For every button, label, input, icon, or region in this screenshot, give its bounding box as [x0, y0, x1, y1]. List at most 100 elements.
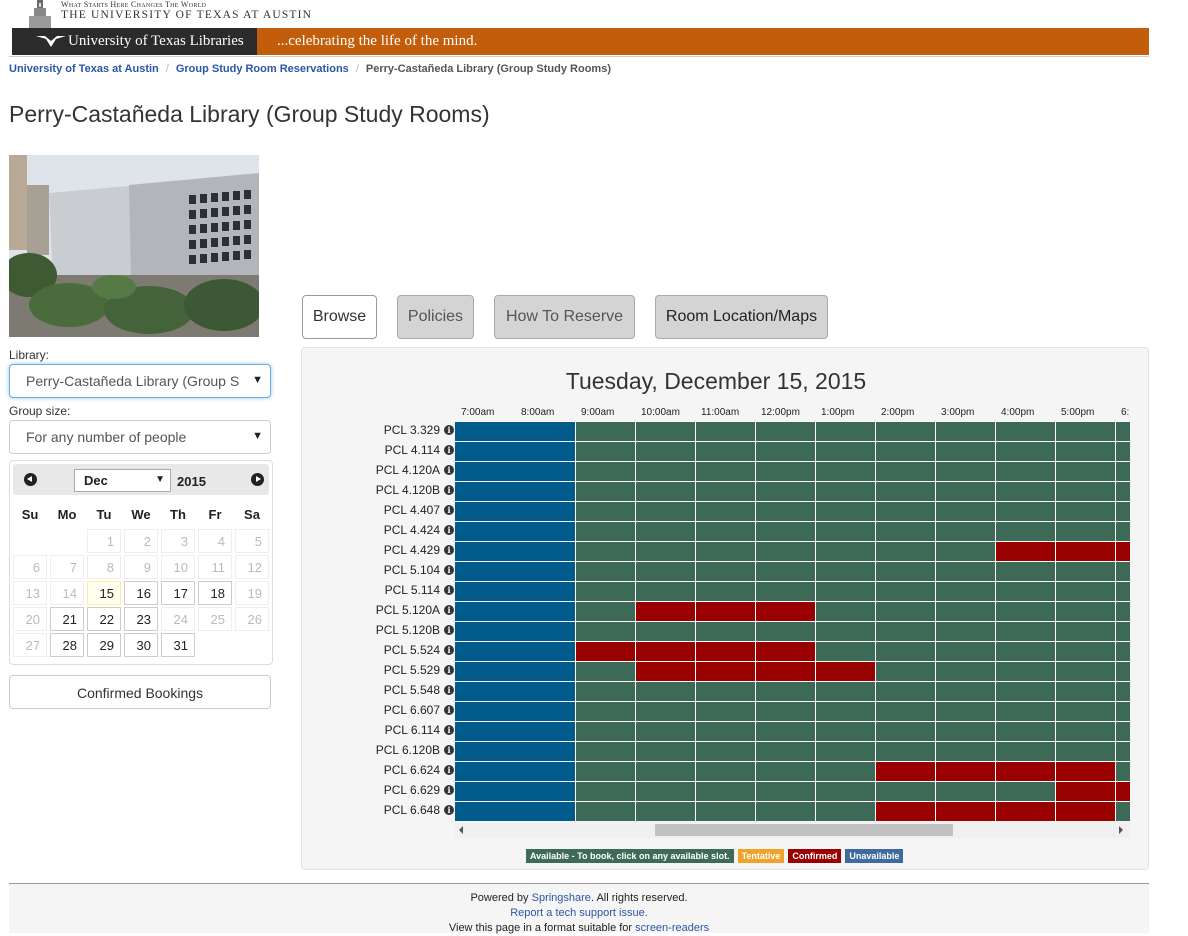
slot-available[interactable]	[996, 702, 1055, 721]
slot-available[interactable]	[996, 422, 1055, 441]
room-info-icon[interactable]: i	[444, 624, 454, 635]
slot-available[interactable]	[636, 722, 695, 741]
room-info-icon[interactable]: i	[444, 444, 454, 455]
calendar-day-today[interactable]: 15	[87, 581, 121, 605]
slot-available[interactable]	[636, 622, 695, 641]
room-info-icon[interactable]: i	[444, 644, 454, 655]
slot-available[interactable]	[876, 682, 935, 701]
room-name[interactable]: PCL 5.120A	[376, 603, 440, 617]
room-name[interactable]: PCL 4.120B	[376, 483, 440, 497]
slot-available[interactable]	[1056, 522, 1115, 541]
slot-available[interactable]	[636, 762, 695, 781]
room-name[interactable]: PCL 6.114	[385, 723, 440, 737]
slot-available[interactable]	[756, 622, 815, 641]
slot-available[interactable]	[1116, 562, 1130, 581]
room-info-icon[interactable]: i	[444, 724, 454, 735]
slot-available[interactable]	[756, 422, 815, 441]
slot-available[interactable]	[936, 782, 995, 801]
slot-available[interactable]	[876, 442, 935, 461]
slot-available[interactable]	[876, 522, 935, 541]
slot-available[interactable]	[696, 422, 755, 441]
slot-available[interactable]	[876, 422, 935, 441]
room-info-icon[interactable]: i	[444, 804, 454, 815]
slot-available[interactable]	[1116, 722, 1130, 741]
slot-available[interactable]	[816, 582, 875, 601]
slot-available[interactable]	[696, 782, 755, 801]
slot-available[interactable]	[1056, 702, 1115, 721]
tab-policies[interactable]: Policies	[397, 295, 474, 339]
slot-available[interactable]	[636, 522, 695, 541]
slot-available[interactable]	[1116, 422, 1130, 441]
slot-available[interactable]	[876, 642, 935, 661]
slot-available[interactable]	[996, 742, 1055, 761]
slot-available[interactable]	[936, 522, 995, 541]
slot-available[interactable]	[576, 562, 635, 581]
slot-available[interactable]	[696, 722, 755, 741]
room-name[interactable]: PCL 4.120A	[376, 463, 440, 477]
slot-available[interactable]	[876, 622, 935, 641]
room-name[interactable]: PCL 5.104	[384, 563, 440, 577]
slot-available[interactable]	[1116, 602, 1130, 621]
slot-available[interactable]	[996, 562, 1055, 581]
slot-available[interactable]	[636, 542, 695, 561]
month-select[interactable]: Dec ▼	[74, 469, 171, 492]
calendar-day[interactable]: 28	[50, 633, 84, 657]
slot-available[interactable]	[876, 722, 935, 741]
slot-available[interactable]	[1116, 762, 1130, 781]
room-name[interactable]: PCL 5.120B	[376, 623, 440, 637]
room-info-icon[interactable]: i	[444, 744, 454, 755]
slot-available[interactable]	[576, 482, 635, 501]
slot-available[interactable]	[1056, 602, 1115, 621]
slot-available[interactable]	[756, 542, 815, 561]
slot-available[interactable]	[996, 642, 1055, 661]
slot-available[interactable]	[1116, 462, 1130, 481]
room-info-icon[interactable]: i	[444, 424, 454, 435]
slot-available[interactable]	[996, 582, 1055, 601]
slot-available[interactable]	[756, 802, 815, 821]
slot-available[interactable]	[816, 722, 875, 741]
slot-available[interactable]	[576, 522, 635, 541]
slot-available[interactable]	[936, 622, 995, 641]
slot-available[interactable]	[816, 702, 875, 721]
ut-tower-logo-icon[interactable]	[26, 0, 54, 28]
slot-available[interactable]	[1056, 442, 1115, 461]
slot-available[interactable]	[696, 442, 755, 461]
room-name[interactable]: PCL 4.424	[384, 523, 440, 537]
slot-available[interactable]	[576, 802, 635, 821]
room-name[interactable]: PCL 6.624	[384, 763, 440, 777]
scrollbar-thumb[interactable]	[655, 824, 953, 836]
slot-available[interactable]	[756, 442, 815, 461]
tab-how-to-reserve[interactable]: How To Reserve	[494, 295, 635, 339]
slot-available[interactable]	[1056, 742, 1115, 761]
slot-available[interactable]	[696, 522, 755, 541]
slot-available[interactable]	[1116, 702, 1130, 721]
slot-available[interactable]	[816, 542, 875, 561]
prev-month-icon[interactable]	[24, 473, 37, 486]
slot-available[interactable]	[636, 802, 695, 821]
slot-available[interactable]	[876, 562, 935, 581]
slot-available[interactable]	[936, 722, 995, 741]
slot-available[interactable]	[996, 602, 1055, 621]
slot-available[interactable]	[996, 442, 1055, 461]
springshare-link[interactable]: Springshare	[532, 892, 591, 904]
slot-available[interactable]	[756, 762, 815, 781]
slot-available[interactable]	[996, 662, 1055, 681]
slot-available[interactable]	[996, 782, 1055, 801]
room-info-icon[interactable]: i	[444, 684, 454, 695]
slot-available[interactable]	[756, 502, 815, 521]
slot-available[interactable]	[816, 742, 875, 761]
tab-room-location-maps[interactable]: Room Location/Maps	[655, 295, 828, 339]
room-name[interactable]: PCL 5.114	[385, 583, 440, 597]
library-select[interactable]: Perry-Castañeda Library (Group S ▼	[9, 364, 271, 398]
slot-available[interactable]	[696, 562, 755, 581]
room-name[interactable]: PCL 3.329	[384, 423, 440, 437]
calendar-day[interactable]: 16	[124, 581, 158, 605]
room-info-icon[interactable]: i	[444, 524, 454, 535]
slot-available[interactable]	[576, 582, 635, 601]
next-month-icon[interactable]	[251, 473, 264, 486]
slot-available[interactable]	[1116, 642, 1130, 661]
calendar-day[interactable]: 17	[161, 581, 195, 605]
slot-available[interactable]	[1116, 502, 1130, 521]
slot-available[interactable]	[876, 482, 935, 501]
room-info-icon[interactable]: i	[444, 784, 454, 795]
